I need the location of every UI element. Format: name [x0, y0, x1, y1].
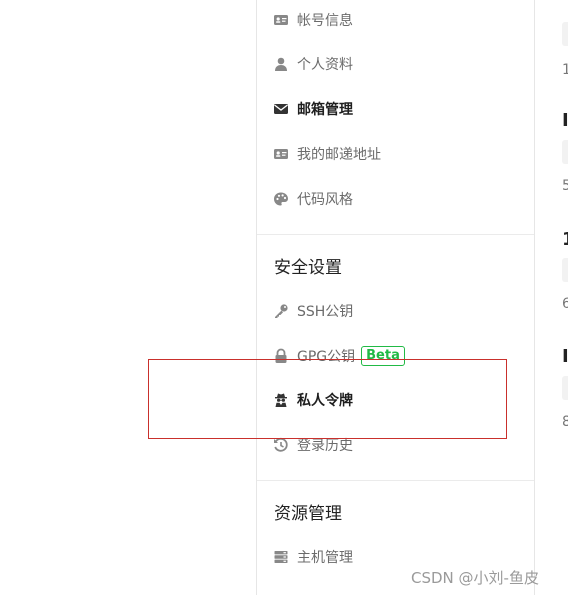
content-value: 1 [562, 62, 568, 78]
sidebar-item-label: 代码风格 [297, 192, 353, 208]
content-heading: I [562, 110, 568, 131]
sidebar-item-label: 私人令牌 [297, 393, 353, 409]
palette-icon [273, 191, 289, 207]
content-value: 6 [562, 296, 568, 312]
sidebar-item-login-history[interactable]: 登录历史 [273, 434, 353, 456]
history-icon [273, 437, 289, 453]
content-value: 5 [562, 178, 568, 194]
content-field [562, 140, 568, 164]
content-field [562, 22, 568, 46]
content-heading: 1 [562, 229, 568, 250]
lock-icon [273, 348, 289, 364]
section-divider [257, 480, 534, 481]
envelope-icon [273, 101, 289, 117]
sidebar-item-profile[interactable]: 个人资料 [273, 53, 353, 75]
sidebar-item-label: 邮箱管理 [297, 102, 353, 118]
sidebar-item-access-tokens[interactable]: 私人令牌 [273, 389, 353, 411]
sidebar-item-gpg-keys[interactable]: GPG公钥 Beta [273, 345, 405, 367]
sidebar-item-label: 我的邮递地址 [297, 147, 381, 163]
sidebar-item-account-info[interactable]: 帐号信息 [273, 9, 353, 31]
beta-badge: Beta [361, 346, 405, 366]
sidebar-item-label: GPG公钥 [297, 349, 356, 365]
main-content-fragment: 1 I 5 1 6 I 8 [536, 0, 568, 595]
sidebar-item-ssh-keys[interactable]: SSH公钥 [273, 300, 353, 322]
watermark-text: CSDN @小刘-鱼皮 [411, 569, 539, 587]
id-card-icon [273, 12, 289, 28]
sidebar-item-hosts[interactable]: 主机管理 [273, 546, 353, 568]
sidebar-item-email[interactable]: 邮箱管理 [273, 98, 353, 120]
sidebar-item-label: 主机管理 [297, 550, 353, 566]
section-divider [257, 234, 534, 235]
content-value: 8 [562, 414, 568, 430]
settings-sidebar: 帐号信息 个人资料 邮箱管理 我的邮递地址 代码风格 安全设置 SSH公钥 GP… [256, 0, 535, 595]
sidebar-item-label: SSH公钥 [297, 304, 354, 320]
content-field [562, 376, 568, 400]
sidebar-item-label: 登录历史 [297, 438, 353, 454]
user-icon [273, 56, 289, 72]
server-icon [273, 549, 289, 565]
sidebar-item-address[interactable]: 我的邮递地址 [273, 143, 381, 165]
sidebar-item-label: 个人资料 [297, 57, 353, 73]
content-heading: I [562, 346, 568, 367]
address-card-icon [273, 146, 289, 162]
key-icon [273, 303, 289, 319]
section-title-security: 安全设置 [274, 258, 342, 278]
content-field [562, 258, 568, 282]
sidebar-item-code-style[interactable]: 代码风格 [273, 188, 353, 210]
sidebar-item-label: 帐号信息 [297, 13, 353, 29]
user-secret-icon [273, 392, 289, 408]
section-title-resources: 资源管理 [274, 504, 342, 524]
